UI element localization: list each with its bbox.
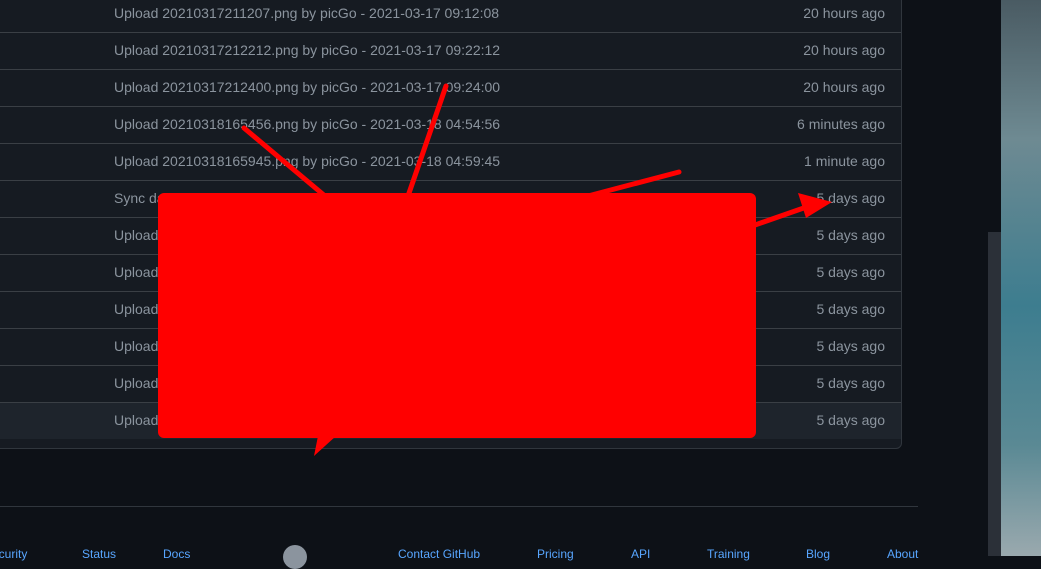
commit-message-link[interactable]: Upload 20210317211207.png by picGo - 202… <box>114 5 499 21</box>
commit-time: 20 hours ago <box>803 79 885 95</box>
footer-link-training[interactable]: Training <box>707 547 750 561</box>
commit-row: Upload 20210318165945.png by picGo - 202… <box>0 143 901 180</box>
desktop-wallpaper <box>1001 0 1041 556</box>
commit-row: Upload 20210318165456.png by picGo - 202… <box>0 106 901 143</box>
commit-message-link[interactable]: Upload <box>114 412 158 428</box>
commit-time: 6 minutes ago <box>797 116 885 132</box>
footer-link-docs[interactable]: Docs <box>163 547 190 561</box>
commit-time: 5 days ago <box>816 375 886 391</box>
github-octocat-icon[interactable] <box>283 545 307 569</box>
commit-time: 5 days ago <box>816 190 886 206</box>
commit-time: 20 hours ago <box>803 5 885 21</box>
commit-row: Upload 20210317212212.png by picGo - 202… <box>0 32 901 69</box>
commit-message-link[interactable]: Upload <box>114 338 158 354</box>
commit-time: 1 minute ago <box>804 153 885 169</box>
commit-time: 5 days ago <box>816 227 886 243</box>
commit-message-link[interactable]: Upload <box>114 227 158 243</box>
commit-message-link[interactable]: Upload 20210318165945.png by picGo - 202… <box>114 153 500 169</box>
commit-message-link[interactable]: Upload <box>114 375 158 391</box>
commit-time: 20 hours ago <box>803 42 885 58</box>
commit-message-link[interactable]: Upload 20210317212212.png by picGo - 202… <box>114 42 500 58</box>
footer-link-contact-github[interactable]: Contact GitHub <box>398 547 480 561</box>
commit-message-link[interactable]: Upload 20210318165456.png by picGo - 202… <box>114 116 500 132</box>
footer-divider <box>0 506 918 507</box>
commit-time: 5 days ago <box>816 264 886 280</box>
commit-time: 5 days ago <box>816 301 886 317</box>
footer-link-pricing[interactable]: Pricing <box>537 547 574 561</box>
commit-message-link[interactable]: Upload <box>114 301 158 317</box>
commit-row: Upload 20210317212400.png by picGo - 202… <box>0 69 901 106</box>
commit-message-link[interactable]: Upload <box>114 264 158 280</box>
footer-link-security[interactable]: Security <box>0 547 27 561</box>
footer-link-blog[interactable]: Blog <box>806 547 830 561</box>
scrollbar-thumb[interactable] <box>988 232 1001 556</box>
commit-time: 5 days ago <box>816 338 886 354</box>
redaction-box <box>158 193 756 438</box>
commit-row: Upload 20210317211207.png by picGo - 202… <box>0 0 901 32</box>
footer-link-status[interactable]: Status <box>82 547 116 561</box>
commit-message-link[interactable]: Sync da <box>114 190 165 206</box>
commit-message-link[interactable]: Upload 20210317212400.png by picGo - 202… <box>114 79 500 95</box>
footer-link-api[interactable]: API <box>631 547 650 561</box>
commit-time: 5 days ago <box>816 412 886 428</box>
footer-link-about[interactable]: About <box>887 547 918 561</box>
